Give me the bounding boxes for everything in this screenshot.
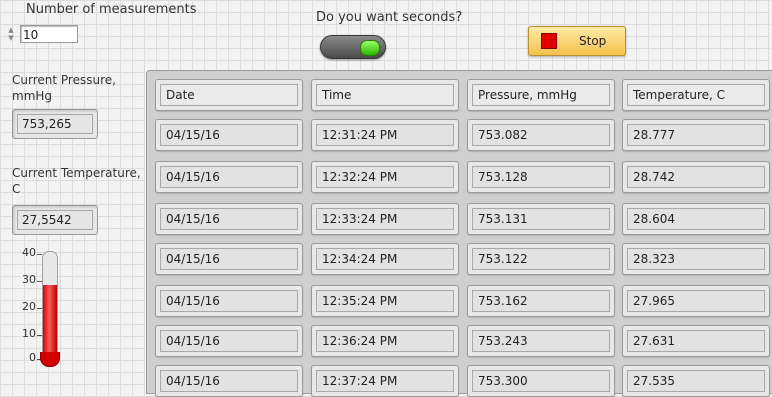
temperature-value: 27,5542 — [17, 210, 93, 230]
table-cell-time: 12:35:24 PM — [311, 285, 459, 317]
table-cell-time: 12:36:24 PM — [311, 325, 459, 357]
table-cell-value: 12:33:24 PM — [316, 208, 454, 230]
table-cell-date: 04/15/16 — [155, 119, 303, 151]
pressure-value: 753,265 — [17, 114, 93, 134]
table-cell-temperature: 27.631 — [622, 325, 770, 357]
table-cell-date: 04/15/16 — [155, 243, 303, 275]
temperature-label-line1: Current Temperature, — [12, 166, 141, 180]
stop-button-label: Stop — [579, 34, 607, 48]
thermometer-tick-label: 40 — [22, 246, 36, 259]
thermometer-tick-label: 30 — [22, 273, 36, 286]
table-cell-date: 04/15/16 — [155, 365, 303, 397]
temperature-indicator: 27,5542 — [12, 205, 98, 235]
table-cell-value: 753.162 — [472, 290, 610, 312]
stop-square-icon — [541, 33, 557, 49]
table-cell-time: 12:34:24 PM — [311, 243, 459, 275]
table-cell-pressure: 753.128 — [467, 161, 615, 193]
table-cell-value: 04/15/16 — [160, 208, 298, 230]
measurements-control: ▲ ▼ 10 — [4, 22, 80, 46]
header-cell-pressure: Pressure, mmHg — [467, 79, 615, 111]
table-cell-pressure: 753.082 — [467, 119, 615, 151]
thermometer-tick — [37, 254, 42, 255]
table-cell-value: 753.243 — [472, 330, 610, 352]
pressure-indicator: 753,265 — [12, 109, 98, 139]
table-cell-temperature: 27.965 — [622, 285, 770, 317]
pressure-label-line1: Current Pressure, — [12, 73, 116, 87]
table-cell-value: 28.323 — [627, 248, 765, 270]
table-cell-temperature: 28.742 — [622, 161, 770, 193]
measurements-input[interactable]: 10 — [20, 25, 78, 43]
table-cell-pressure: 753.243 — [467, 325, 615, 357]
increment-arrow-icon[interactable]: ▲ — [8, 26, 13, 34]
thermometer-tick-label: 20 — [22, 300, 36, 313]
table-cell-date: 04/15/16 — [155, 203, 303, 235]
header-cell-date: Date — [155, 79, 303, 111]
measurements-table: Date Time Pressure, mmHg Temperature, C 04/1… — [146, 70, 772, 397]
table-cell-value: 28.742 — [627, 166, 765, 188]
table-cell-value: 27.965 — [627, 290, 765, 312]
table-cell-value: 753.082 — [472, 124, 610, 146]
table-cell-time: 12:32:24 PM — [311, 161, 459, 193]
table-cell-date: 04/15/16 — [155, 325, 303, 357]
table-cell-pressure: 753.162 — [467, 285, 615, 317]
stop-button[interactable]: Stop — [528, 26, 626, 56]
thermometer-bulb-icon — [40, 352, 60, 367]
table-cell-value: 27.535 — [627, 370, 765, 392]
measurements-label: Number of measurements — [26, 2, 197, 17]
table-cell-value: 753.300 — [472, 370, 610, 392]
table-cell-time: 12:37:24 PM — [311, 365, 459, 397]
temperature-label-line2: C — [12, 182, 21, 196]
table-cell-value: 753.128 — [472, 166, 610, 188]
thermometer-fill — [43, 285, 57, 359]
header-cell-time: Time — [311, 79, 459, 111]
table-cell-time: 12:33:24 PM — [311, 203, 459, 235]
table-cell-pressure: 753.122 — [467, 243, 615, 275]
table-cell-value: 12:31:24 PM — [316, 124, 454, 146]
thermometer — [42, 251, 58, 360]
measurements-stepper[interactable]: ▲ ▼ — [4, 23, 18, 45]
toggle-led-icon — [360, 40, 380, 56]
table-cell-value: 04/15/16 — [160, 166, 298, 188]
table-cell-value: 12:32:24 PM — [316, 166, 454, 188]
header-cell-temperature: Temperature, C — [622, 79, 770, 111]
table-cell-time: 12:31:24 PM — [311, 119, 459, 151]
table-cell-value: 04/15/16 — [160, 330, 298, 352]
table-cell-date: 04/15/16 — [155, 285, 303, 317]
table-cell-temperature: 28.323 — [622, 243, 770, 275]
table-cell-temperature: 28.604 — [622, 203, 770, 235]
table-cell-pressure: 753.131 — [467, 203, 615, 235]
table-cell-value: 753.122 — [472, 248, 610, 270]
table-cell-value: 12:35:24 PM — [316, 290, 454, 312]
seconds-label: Do you want seconds? — [316, 10, 463, 25]
table-cell-value: 12:37:24 PM — [316, 370, 454, 392]
header-label: Time — [316, 84, 454, 106]
header-label: Pressure, mmHg — [472, 84, 610, 106]
table-cell-value: 27.631 — [627, 330, 765, 352]
table-cell-value: 28.604 — [627, 208, 765, 230]
decrement-arrow-icon[interactable]: ▼ — [8, 34, 13, 42]
seconds-toggle[interactable] — [320, 35, 386, 59]
table-cell-value: 04/15/16 — [160, 248, 298, 270]
table-cell-value: 04/15/16 — [160, 290, 298, 312]
header-label: Temperature, C — [627, 84, 765, 106]
table-cell-temperature: 28.777 — [622, 119, 770, 151]
table-cell-temperature: 27.535 — [622, 365, 770, 397]
table-cell-value: 753.131 — [472, 208, 610, 230]
thermometer-tick-label: 10 — [22, 327, 36, 340]
pressure-label-line2: mmHg — [12, 89, 53, 103]
thermometer-tick-label: 0 — [29, 351, 36, 364]
table-cell-value: 04/15/16 — [160, 124, 298, 146]
table-cell-date: 04/15/16 — [155, 161, 303, 193]
table-cell-value: 04/15/16 — [160, 370, 298, 392]
table-cell-pressure: 753.300 — [467, 365, 615, 397]
table-cell-value: 28.777 — [627, 124, 765, 146]
table-cell-value: 12:34:24 PM — [316, 248, 454, 270]
header-label: Date — [160, 84, 298, 106]
table-cell-value: 12:36:24 PM — [316, 330, 454, 352]
